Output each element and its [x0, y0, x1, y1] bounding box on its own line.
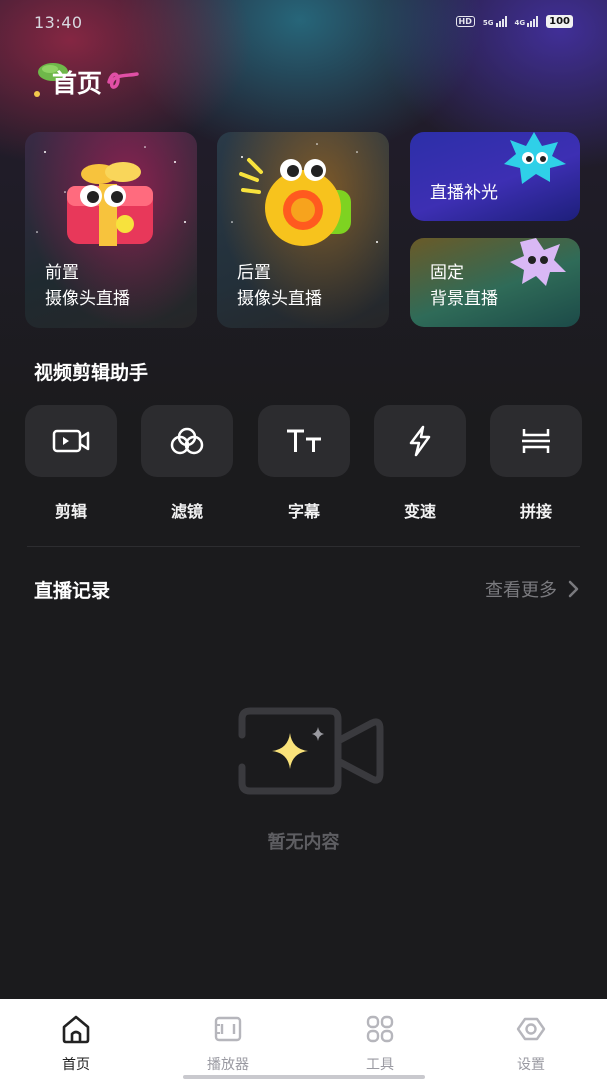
page-header: 首页: [34, 60, 140, 104]
tool-splice-button[interactable]: [490, 405, 582, 477]
tool-subtitle-button[interactable]: [258, 405, 350, 477]
player-icon: [214, 1016, 242, 1042]
battery-icon: 100: [546, 15, 573, 28]
see-more-label: 查看更多: [485, 580, 557, 601]
tool-filter[interactable]: 滤镜: [141, 405, 233, 530]
signal-4g-icon: 4G: [515, 16, 539, 27]
home-indicator: [183, 1075, 425, 1079]
filter-icon: [170, 427, 204, 455]
signal-5g-icon: 5G: [483, 16, 507, 27]
nav-home-label: 首页: [62, 1057, 90, 1073]
front-camera-live-card[interactable]: 前置 摄像头直播: [25, 132, 197, 328]
video-clip-icon: [52, 429, 90, 453]
video-tools-title: 视频剪辑助手: [34, 362, 149, 384]
status-icons: HD 5G 4G 100: [455, 15, 573, 28]
chevron-right-icon: [568, 580, 579, 598]
tool-speed[interactable]: 变速: [374, 405, 466, 530]
nav-player-label: 播放器: [207, 1057, 249, 1073]
fixed-background-live-card[interactable]: 固定 背景直播: [410, 238, 580, 327]
hd-voice-icon: HD: [455, 16, 475, 27]
tool-clip-label: 剪辑: [54, 502, 87, 521]
home-icon: [62, 1015, 90, 1044]
status-time: 13:40: [34, 13, 83, 32]
back-camera-live-card[interactable]: 后置 摄像头直播: [217, 132, 389, 328]
back-camera-live-label: 后置 摄像头直播: [237, 263, 322, 309]
tool-splice[interactable]: 拼接: [490, 405, 582, 530]
fixed-background-live-label: 固定 背景直播: [430, 263, 498, 309]
page-title: 首页: [52, 69, 103, 98]
star-mascot-icon: [504, 132, 566, 184]
empty-state-text: 暂无内容: [267, 832, 340, 853]
nav-settings-label: 设置: [517, 1057, 545, 1073]
squiggle-decoration-icon: [107, 72, 139, 89]
bottom-nav: 首页 播放器 工具 设置: [0, 999, 607, 1080]
tools-icon: [366, 1015, 394, 1043]
live-fill-light-card[interactable]: 直播补光: [410, 132, 580, 221]
nav-settings[interactable]: 设置: [481, 1011, 581, 1075]
tool-speed-button[interactable]: [374, 405, 466, 477]
settings-eye-icon: [516, 1017, 546, 1041]
see-more-link[interactable]: 查看更多: [485, 576, 579, 602]
empty-video-camera-icon: [238, 707, 384, 795]
tool-filter-label: 滤镜: [170, 502, 203, 521]
gift-camera-icon: [67, 162, 153, 246]
donut-camera-icon: [239, 158, 351, 246]
status-bar: 13:40 HD 5G 4G 100: [0, 0, 607, 46]
tool-clip[interactable]: 剪辑: [25, 405, 117, 530]
tool-subtitle-label: 字幕: [287, 502, 320, 521]
live-records-title: 直播记录: [34, 580, 111, 602]
tool-subtitle[interactable]: 字幕: [258, 405, 350, 530]
nav-tools[interactable]: 工具: [330, 1011, 430, 1075]
section-divider: [27, 546, 580, 547]
live-fill-light-label: 直播补光: [430, 183, 498, 203]
subtitle-icon: [287, 429, 321, 452]
flower-mascot-icon: [510, 238, 566, 286]
splice-icon: [522, 429, 550, 453]
front-camera-live-label: 前置 摄像头直播: [45, 263, 130, 309]
nav-home[interactable]: 首页: [26, 1011, 126, 1075]
tool-clip-button[interactable]: [25, 405, 117, 477]
nav-player[interactable]: 播放器: [178, 1011, 278, 1075]
speed-icon: [409, 425, 431, 457]
tool-speed-label: 变速: [403, 502, 436, 521]
tool-splice-label: 拼接: [519, 502, 552, 521]
nav-tools-label: 工具: [366, 1057, 394, 1073]
tool-filter-button[interactable]: [141, 405, 233, 477]
